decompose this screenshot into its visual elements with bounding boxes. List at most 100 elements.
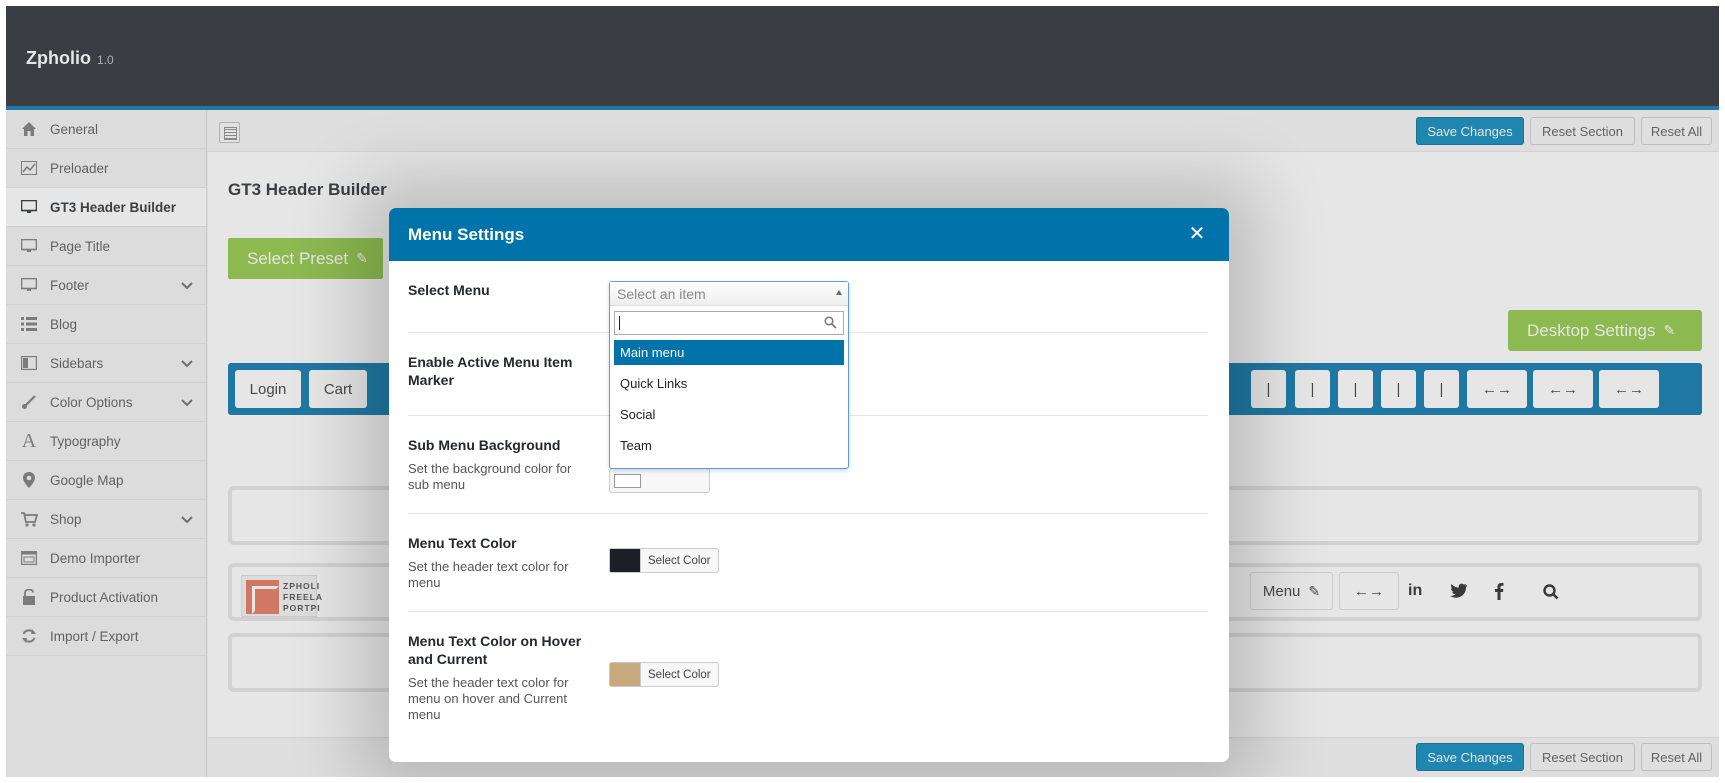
save-changes-button[interactable]: Save Changes xyxy=(1416,743,1524,771)
sidebar-item-blog[interactable]: Blog xyxy=(6,305,206,344)
sidebar-item-label: Google Map xyxy=(50,472,124,488)
sidebar-item-import-export[interactable]: Import / Export xyxy=(6,617,206,656)
app-title: Zpholio 1.0 xyxy=(26,48,114,69)
save-changes-button[interactable]: Save Changes xyxy=(1416,117,1524,145)
linkedin-icon[interactable]: in xyxy=(1408,582,1422,600)
close-icon[interactable]: ✕ xyxy=(1185,222,1209,246)
setting-description: Set the header text color for menu xyxy=(408,559,569,590)
sidebar-item-label: Typography xyxy=(50,433,121,449)
pencil-icon: ✎ xyxy=(1308,582,1321,599)
modal-header: Menu Settings ✕ xyxy=(389,208,1229,261)
sidebar-item-label: Blog xyxy=(50,316,78,332)
cart-icon xyxy=(20,511,38,527)
select-option-main-menu[interactable]: Main menu xyxy=(614,340,844,365)
menu-settings-modal: Menu Settings ✕ Select Menu Enable Activ… xyxy=(389,208,1229,762)
menu-element[interactable]: Menu ✎ xyxy=(1250,572,1333,610)
color-swatch xyxy=(610,663,641,686)
builder-chip-divider[interactable]: | xyxy=(1381,370,1416,408)
chevron-down-icon[interactable] xyxy=(180,356,194,370)
logo-element[interactable]: ZPHOLI FREELA PORTPI xyxy=(241,575,322,617)
sidebar-item-label: Preloader xyxy=(50,160,109,176)
home-icon xyxy=(20,121,38,137)
builder-chip-divider[interactable]: | xyxy=(1295,370,1330,408)
sidebar-item-general[interactable]: General xyxy=(6,110,206,149)
select-option-quick-links[interactable]: Quick Links xyxy=(614,371,844,396)
sidebar-item-google-map[interactable]: Google Map xyxy=(6,461,206,500)
select-preset-label: Select Preset xyxy=(247,248,349,268)
select-menu-dropdown[interactable]: Select an item Main menu Quick Links Soc… xyxy=(609,281,849,469)
sidebar-item-label: Footer xyxy=(50,277,90,293)
builder-chip-divider[interactable]: | xyxy=(1251,370,1286,408)
sidebar-item-product-activation[interactable]: Product Activation xyxy=(6,578,206,617)
brush-icon xyxy=(20,394,38,410)
sidebar-item-shop[interactable]: Shop xyxy=(6,500,206,539)
logo-icon xyxy=(246,580,279,614)
window-icon xyxy=(20,550,38,566)
select-search-input[interactable] xyxy=(614,311,844,335)
setting-label: Enable Active Menu Item Marker xyxy=(408,354,573,388)
refresh-icon xyxy=(20,628,38,644)
top-toolbar: Save Changes Reset Section Reset All xyxy=(208,110,1719,152)
reset-all-button[interactable]: Reset All xyxy=(1641,117,1712,145)
setting-label: Menu Text Color on Hover and Current xyxy=(408,633,582,667)
chart-icon xyxy=(20,160,38,176)
expand-toggle-icon[interactable] xyxy=(219,122,240,143)
reset-section-button[interactable]: Reset Section xyxy=(1530,117,1635,145)
text-caret xyxy=(619,316,620,330)
sidebar-item-demo-importer[interactable]: Demo Importer xyxy=(6,539,206,578)
sidebar-item-footer[interactable]: Footer xyxy=(6,266,206,305)
typography-icon: A xyxy=(21,429,37,452)
reset-section-button[interactable]: Reset Section xyxy=(1530,743,1635,771)
builder-chip-divider[interactable]: | xyxy=(1424,370,1459,408)
select-option-social[interactable]: Social xyxy=(614,402,844,427)
builder-chip-spacer[interactable]: ←→ xyxy=(1533,370,1593,408)
setting-label: Select Menu xyxy=(408,282,490,298)
builder-chip-login[interactable]: Login xyxy=(235,370,301,408)
search-icon[interactable] xyxy=(1543,584,1559,600)
menu-hover-color-picker[interactable]: Select Color xyxy=(609,662,719,687)
color-swatch xyxy=(614,473,641,488)
app-frame: Zpholio 1.0 General Preloader GT3 Header … xyxy=(6,6,1719,777)
app-version: 1.0 xyxy=(96,53,114,67)
select-option-team[interactable]: Team xyxy=(614,433,844,458)
sidebar-item-label: Shop xyxy=(50,511,82,527)
unlock-icon xyxy=(20,589,38,605)
menu-text-color-picker[interactable]: Select Color xyxy=(609,548,719,573)
pencil-icon: ✎ xyxy=(356,250,368,266)
desktop-settings-button[interactable]: Desktop Settings ✎ xyxy=(1508,310,1702,351)
select-preset-button[interactable]: Select Preset ✎ xyxy=(228,238,383,279)
sidebar-item-gt3-header-builder[interactable]: GT3 Header Builder xyxy=(6,188,206,227)
builder-chip-divider[interactable]: | xyxy=(1338,370,1373,408)
sidebar-item-label: Import / Export xyxy=(50,628,139,644)
sidebar-item-label: Demo Importer xyxy=(50,550,141,566)
pencil-icon: ✎ xyxy=(1663,322,1676,338)
select-menu-trigger[interactable]: Select an item xyxy=(610,282,848,306)
builder-chip-spacer[interactable]: ←→ xyxy=(1599,370,1659,408)
monitor-icon xyxy=(20,199,38,215)
select-placeholder: Select an item xyxy=(617,286,706,302)
chevron-down-icon[interactable] xyxy=(180,395,194,409)
page-title: GT3 Header Builder xyxy=(228,180,387,199)
select-color-label: Select Color xyxy=(648,554,711,567)
builder-chip-spacer[interactable]: ←→ xyxy=(1467,370,1527,408)
chevron-up-icon xyxy=(836,290,842,295)
builder-chip-spacer[interactable]: ←→ xyxy=(1339,572,1399,610)
app-header: Zpholio 1.0 xyxy=(6,6,1719,110)
builder-chip-cart[interactable]: Cart xyxy=(309,370,367,408)
sidebar-item-typography[interactable]: A Typography xyxy=(6,422,206,461)
submenu-background-color-picker[interactable] xyxy=(609,468,710,493)
monitor-icon xyxy=(20,277,38,293)
sidebar-item-preloader[interactable]: Preloader xyxy=(6,149,206,188)
monitor-icon xyxy=(20,238,38,254)
sidebar-item-page-title[interactable]: Page Title xyxy=(6,227,206,266)
sidebar-item-sidebars[interactable]: Sidebars xyxy=(6,344,206,383)
chevron-down-icon[interactable] xyxy=(180,512,194,526)
reset-all-button[interactable]: Reset All xyxy=(1641,743,1712,771)
twitter-icon[interactable] xyxy=(1450,583,1468,599)
facebook-icon[interactable] xyxy=(1494,582,1504,600)
desktop-settings-label: Desktop Settings xyxy=(1527,320,1656,340)
sidebar-item-color-options[interactable]: Color Options xyxy=(6,383,206,422)
chevron-down-icon[interactable] xyxy=(180,278,194,292)
map-pin-icon xyxy=(20,472,38,488)
modal-title: Menu Settings xyxy=(408,225,525,244)
